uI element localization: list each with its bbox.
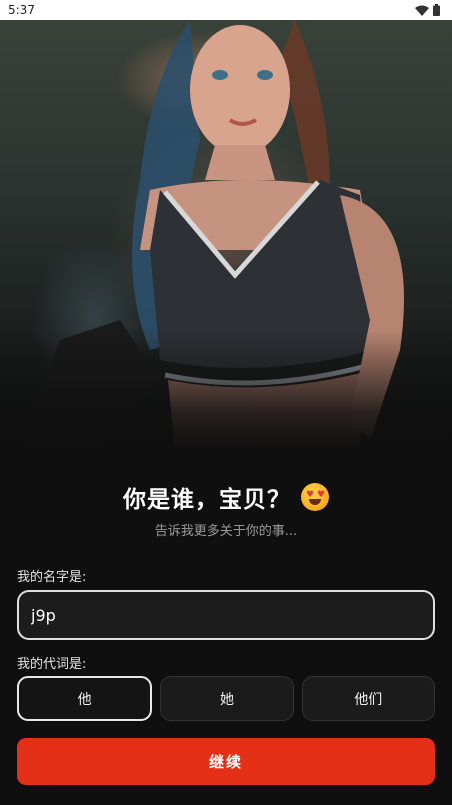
heart-eye-icon: ♥: [317, 490, 326, 500]
pronoun-option-they[interactable]: 他们: [301, 676, 435, 721]
heart-eyes-emoji-icon: ♥ ♥: [301, 483, 329, 511]
continue-button[interactable]: 继续: [17, 738, 435, 785]
pronoun-option-she[interactable]: 她: [160, 676, 294, 721]
pronoun-label: 我的代词是:: [17, 657, 87, 672]
status-time: 5:37: [8, 3, 35, 17]
name-input[interactable]: [31, 605, 421, 625]
name-field[interactable]: [17, 590, 435, 640]
emoji-mouth: [309, 499, 321, 505]
pronoun-selector: 他 她 他们: [17, 676, 435, 721]
page-subtitle: 告诉我更多关于你的事...: [154, 524, 298, 539]
wifi-icon: [415, 5, 429, 16]
hero-portrait-image: [0, 20, 452, 450]
heart-eye-icon: ♥: [306, 490, 315, 500]
status-bar: 5:37: [0, 0, 452, 20]
page-title: 你是谁，宝贝？: [123, 487, 291, 513]
battery-icon: [433, 4, 440, 16]
status-icons: [415, 4, 440, 16]
hero-fade: [0, 330, 452, 450]
title-row: 你是谁，宝贝？ ♥ ♥: [0, 480, 452, 514]
pronoun-option-he[interactable]: 他: [17, 676, 153, 721]
name-label: 我的名字是:: [17, 570, 87, 585]
